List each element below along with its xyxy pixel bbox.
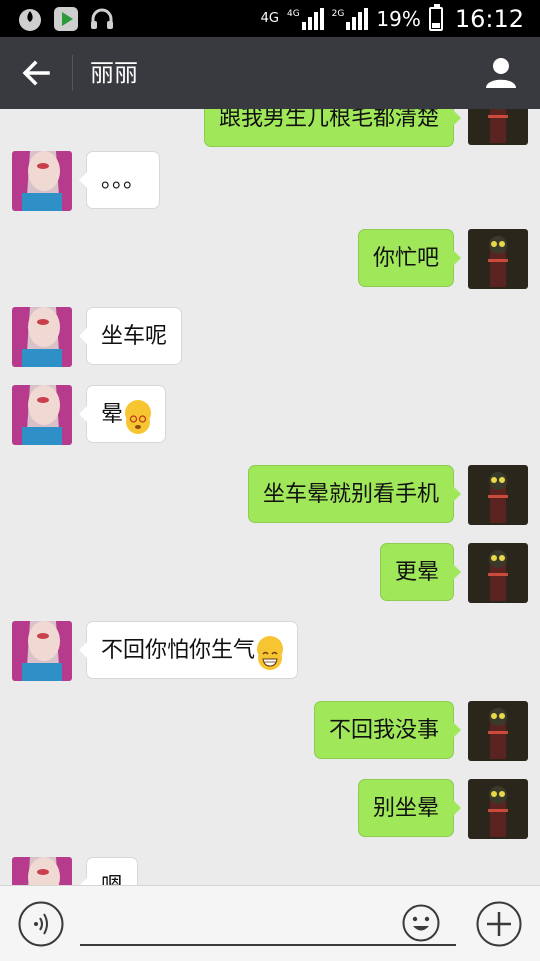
back-arrow-icon[interactable] bbox=[18, 55, 54, 91]
battery-percent: 19% bbox=[376, 6, 421, 31]
header-divider bbox=[72, 55, 73, 91]
signal-2-label: 2G bbox=[331, 8, 345, 19]
avatar[interactable] bbox=[468, 229, 528, 289]
avatar[interactable] bbox=[468, 465, 528, 525]
outgoing-message[interactable]: 跟我男生几根毛都清楚 bbox=[203, 109, 462, 147]
status-bar: 4G 4G 2G 19% 16:12 bbox=[0, 0, 540, 37]
video-app-icon bbox=[52, 5, 80, 33]
incoming-message[interactable]: 坐车呢 bbox=[78, 307, 183, 365]
avatar[interactable] bbox=[12, 385, 72, 445]
avatar[interactable] bbox=[468, 701, 528, 761]
avatar[interactable] bbox=[12, 307, 72, 367]
system-status: 4G 4G 2G 19% 16:12 bbox=[261, 0, 524, 37]
incoming-message[interactable]: 晕 bbox=[78, 385, 167, 443]
message-text: 坐车呢 bbox=[101, 324, 168, 349]
signal-icon-2: 2G bbox=[331, 7, 369, 30]
outgoing-message[interactable]: 坐车晕就别看手机 bbox=[247, 465, 462, 523]
message-input-bar bbox=[0, 885, 540, 961]
avatar[interactable] bbox=[12, 857, 72, 885]
grinning-face-emoji-icon bbox=[257, 636, 284, 670]
message-text: 更晕 bbox=[394, 560, 439, 585]
chat-title: 丽丽 bbox=[90, 59, 138, 87]
message-text: 晕 bbox=[101, 402, 124, 427]
headphones-icon bbox=[88, 5, 116, 33]
message-text: 。。。 bbox=[101, 168, 146, 193]
add-attachment-icon[interactable] bbox=[476, 901, 522, 947]
message-text: 不回你怕你生气 bbox=[101, 638, 256, 663]
notification-icons bbox=[16, 5, 116, 33]
flame-app-icon bbox=[16, 5, 44, 33]
message-text: 别坐晕 bbox=[372, 796, 439, 821]
message-text: 不回我没事 bbox=[328, 718, 439, 743]
signal-1-label: 4G bbox=[286, 8, 300, 19]
avatar[interactable] bbox=[12, 151, 72, 211]
battery-icon bbox=[428, 3, 443, 31]
incoming-message[interactable]: 嗯 bbox=[78, 857, 139, 885]
chat-header: 丽丽 bbox=[0, 37, 540, 109]
incoming-message[interactable]: 。。。 bbox=[78, 151, 161, 209]
avatar[interactable] bbox=[468, 779, 528, 839]
outgoing-message[interactable]: 更晕 bbox=[379, 543, 462, 601]
avatar[interactable] bbox=[468, 109, 528, 145]
message-list[interactable]: 跟我男生几根毛都清楚 。。。 你忙吧 坐车呢 晕 坐车晕就别看手机 更晕 不回你… bbox=[0, 109, 540, 885]
message-text: 嗯 bbox=[101, 874, 123, 885]
message-text: 坐车晕就别看手机 bbox=[262, 482, 439, 507]
outgoing-message[interactable]: 别坐晕 bbox=[357, 779, 462, 837]
outgoing-message[interactable]: 不回我没事 bbox=[313, 701, 462, 759]
dizzy-face-emoji-icon bbox=[125, 400, 152, 434]
network-type: 4G bbox=[260, 11, 279, 26]
signal-icon-1: 4G bbox=[286, 7, 324, 30]
message-text: 你忙吧 bbox=[372, 246, 439, 271]
avatar[interactable] bbox=[468, 543, 528, 603]
incoming-message[interactable]: 不回你怕你生气 bbox=[78, 621, 299, 679]
message-text: 跟我男生几根毛都清楚 bbox=[218, 109, 439, 131]
outgoing-message[interactable]: 你忙吧 bbox=[357, 229, 462, 287]
voice-input-icon[interactable] bbox=[18, 901, 64, 947]
avatar[interactable] bbox=[12, 621, 72, 681]
emoji-icon[interactable] bbox=[402, 904, 440, 942]
clock: 16:12 bbox=[454, 4, 524, 33]
contact-profile-icon[interactable] bbox=[484, 55, 518, 89]
message-input-field[interactable] bbox=[80, 900, 460, 946]
